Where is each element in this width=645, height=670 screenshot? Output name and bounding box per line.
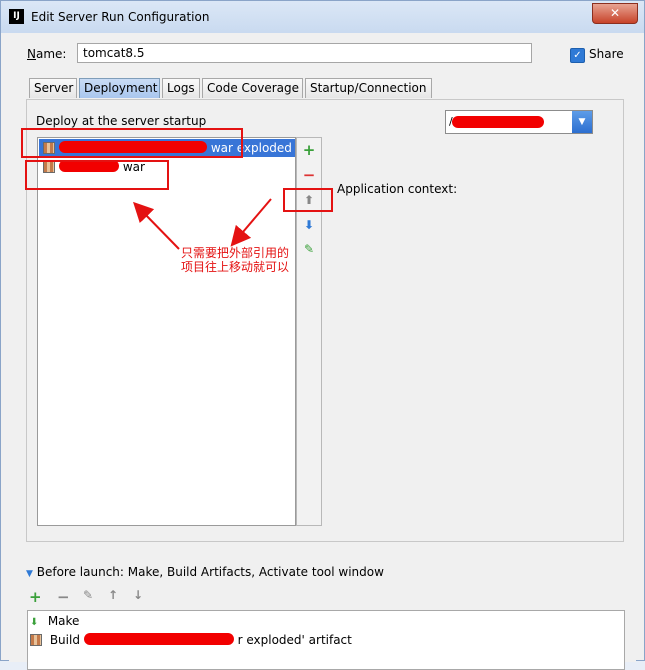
artifact-icon xyxy=(30,634,42,646)
annotation-text: 只需要把外部引用的 项目往上移动就可以 xyxy=(181,246,306,274)
edit-icon[interactable]: ✎ xyxy=(83,588,93,602)
dialog-content: Name: tomcat8.5 ✓ Share Server Deploymen… xyxy=(9,33,636,670)
make-icon: ⬇ xyxy=(30,617,39,628)
build-suffix: r exploded' artifact xyxy=(237,633,352,647)
add-icon[interactable]: + xyxy=(29,588,42,606)
list-item[interactable]: Build r exploded' artifact xyxy=(30,631,352,649)
before-launch-header[interactable]: ▼ Before launch: Make, Build Artifacts, … xyxy=(26,565,384,579)
window-title: Edit Server Run Configuration xyxy=(31,10,210,24)
before-launch-list[interactable]: ⬇ Make Build r exploded' artifact xyxy=(27,610,625,670)
title-bar[interactable]: IJ Edit Server Run Configuration ✕ xyxy=(1,1,644,33)
build-prefix: Build xyxy=(49,633,80,647)
collapse-triangle-icon[interactable]: ▼ xyxy=(26,569,33,579)
intellij-app-icon: IJ xyxy=(9,9,24,24)
arrow-to-move-up xyxy=(230,198,272,247)
list-item[interactable]: ⬇ Make xyxy=(30,612,79,630)
annotation-line-2: 项目往上移动就可以 xyxy=(181,260,290,274)
move-up-icon[interactable]: ↑ xyxy=(108,588,118,602)
before-launch-heading: Before launch: Make, Build Artifacts, Ac… xyxy=(36,565,384,579)
arrow-to-second-item xyxy=(133,201,180,250)
close-button[interactable]: ✕ xyxy=(592,3,638,24)
move-down-icon[interactable]: ↓ xyxy=(133,588,143,602)
edit-server-run-config-window: IJ Edit Server Run Configuration ✕ Name:… xyxy=(0,0,645,670)
remove-icon[interactable]: − xyxy=(57,588,70,606)
annotation-line-1: 只需要把外部引用的 xyxy=(181,246,290,260)
redacted-artifact xyxy=(83,633,234,645)
make-label: Make xyxy=(47,614,80,628)
